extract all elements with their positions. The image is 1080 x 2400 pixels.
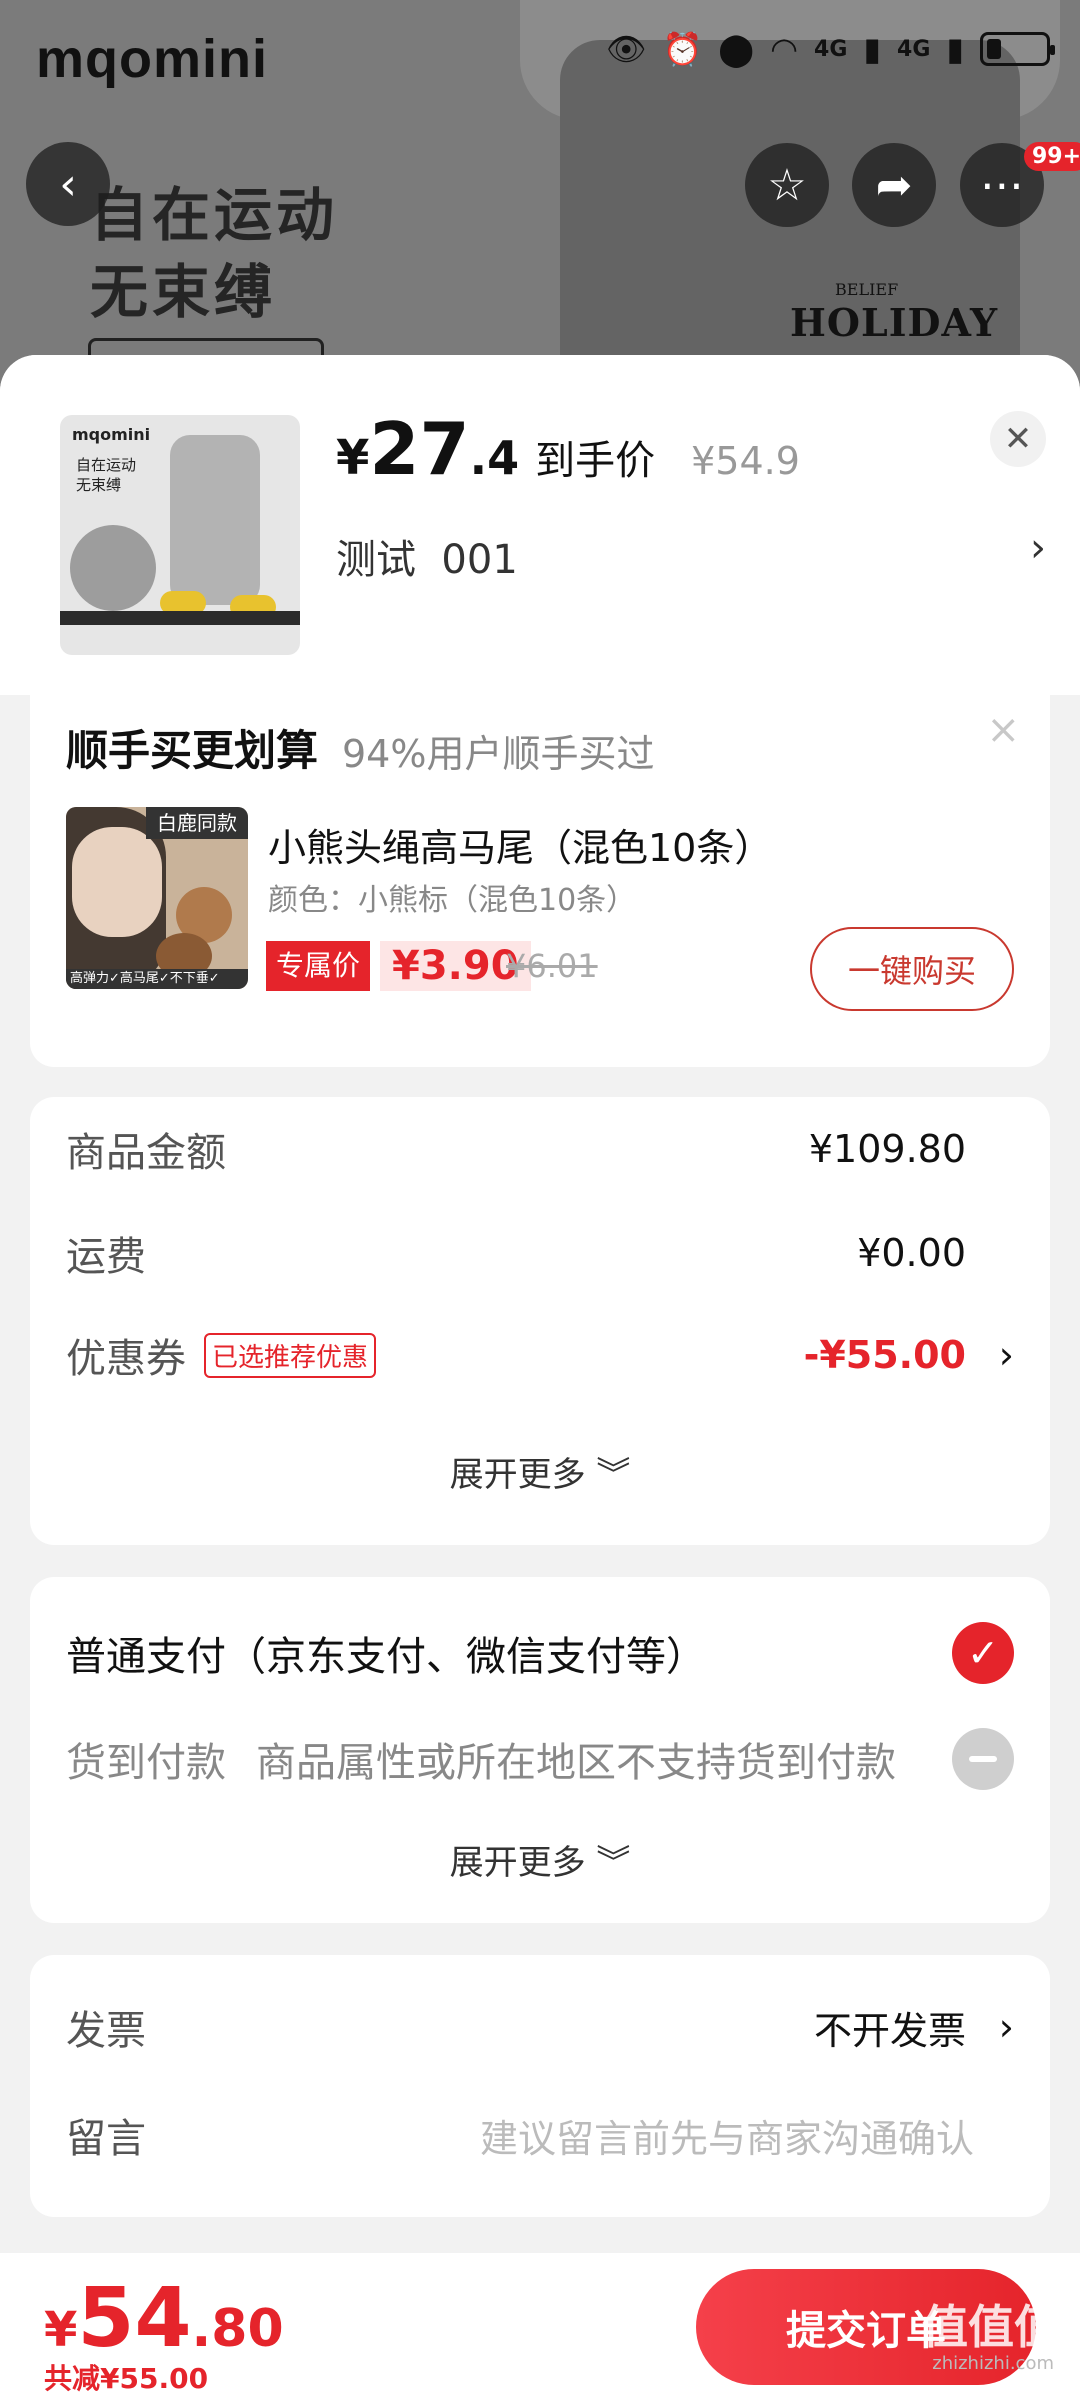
expand-label: 展开更多 xyxy=(449,1455,586,1495)
close-icon[interactable]: × xyxy=(986,707,1020,753)
selected-spec[interactable]: 测试 001 xyxy=(336,527,518,585)
check-icon[interactable]: ✓ xyxy=(952,1622,1014,1684)
payment-card: 普通支付（京东支付、微信支付等） ✓ 货到付款 商品属性或所在地区不支持货到付款… xyxy=(30,1577,1050,1923)
favorite-button[interactable]: ☆ xyxy=(745,143,829,227)
thumb-skateboard xyxy=(60,611,300,625)
shipping-row: 运费 ¥0.00 xyxy=(66,1223,1014,1283)
payment-normal-label: 普通支付（京东支付、微信支付等） xyxy=(66,1634,706,1680)
payment-cod-row: 货到付款 商品属性或所在地区不支持货到付款 xyxy=(66,1728,1014,1790)
addon-card: 顺手买更划算 94%用户顺手买过 × 白鹿同款 高弹力✓高马尾✓不下垂✓ 小熊头… xyxy=(30,695,1050,1067)
addon-original-price: ¥6.01 xyxy=(506,947,598,985)
message-badge: 99+ xyxy=(1024,142,1080,171)
disabled-icon xyxy=(952,1728,1014,1790)
exclusive-price-tag: 专属价 xyxy=(266,941,371,991)
signal-bars-icon: ▮ xyxy=(863,30,882,68)
note-label: 留言 xyxy=(66,2116,146,2162)
original-price: ¥54.9 xyxy=(691,439,800,483)
close-button[interactable]: ✕ xyxy=(990,411,1046,467)
addon-thumbnail[interactable]: 白鹿同款 高弹力✓高马尾✓不下垂✓ xyxy=(66,807,248,989)
price-label: 到手价 xyxy=(535,438,656,484)
payment-cod-label: 货到付款 xyxy=(66,1740,226,1786)
expand-more-payment[interactable]: 展开更多 ︾ xyxy=(30,1835,1050,1884)
shipping-label: 运费 xyxy=(66,1234,146,1280)
status-icons: 👁 ⏰ ⬤ ◠ 4G ▮ 4G ▮ xyxy=(605,30,1055,68)
order-sheet: mqomini 自在运动 无束缚 ¥ 27 .4 到手价 ¥54.9 ✕ 测试 … xyxy=(0,355,1080,2400)
coupon-label: 优惠券 xyxy=(66,1336,186,1382)
total-decimal: .80 xyxy=(191,2299,284,2359)
chevron-left-icon: ‹ xyxy=(59,158,77,210)
thumb-text: 自在运动 无束缚 xyxy=(76,456,137,494)
note-input[interactable]: 建议留言前先与商家沟通确认 xyxy=(480,2108,974,2163)
misc-card: 发票 不开发票 › 留言 建议留言前先与商家沟通确认 xyxy=(30,1955,1050,2217)
payment-normal-row[interactable]: 普通支付（京东支付、微信支付等） ✓ xyxy=(66,1622,1014,1684)
signal-bars-icon: ▮ xyxy=(946,30,964,68)
watermark-logo: 值值值 xyxy=(922,2300,1060,2354)
expand-more-amounts[interactable]: 展开更多 ︾ xyxy=(30,1447,1050,1496)
status-bar: mqomini 👁 ⏰ ⬤ ◠ 4G ▮ 4G ▮ xyxy=(0,0,1080,110)
total-price: ¥ 54 .80 xyxy=(44,2271,284,2366)
goods-amount-value: ¥109.80 xyxy=(808,1127,966,1171)
alarm-icon: ⏰ xyxy=(662,30,703,68)
invoice-value: 不开发票 xyxy=(813,2008,966,2053)
chevron-down-icon: ︾ xyxy=(596,1843,631,1883)
one-click-buy-button[interactable]: 一键购买 xyxy=(810,927,1014,1011)
coupon-chip: 已选推荐优惠 xyxy=(204,1332,377,1378)
thumb-pants xyxy=(170,435,260,605)
expand-label: 展开更多 xyxy=(449,1843,586,1883)
addon-name[interactable]: 小熊头绳高马尾（混色10条） xyxy=(268,817,772,872)
wifi-icon: ◠ xyxy=(770,30,799,68)
back-button[interactable]: ‹ xyxy=(26,142,110,226)
addon-subtitle: 94%用户顺手买过 xyxy=(342,732,655,776)
price-symbol: ¥ xyxy=(336,430,370,486)
share-button[interactable]: ➦ xyxy=(852,143,936,227)
price-decimal: .4 xyxy=(469,431,520,485)
price-integer: 27 xyxy=(369,407,470,491)
chevron-down-icon: ︾ xyxy=(596,1455,631,1495)
chevron-right-icon[interactable]: › xyxy=(1030,525,1046,571)
close-icon: ✕ xyxy=(1003,419,1033,459)
watermark-url: zhizhizhi.com xyxy=(932,2353,1054,2374)
total-integer: 54 xyxy=(77,2271,192,2366)
signal-4g-icon: 4G xyxy=(897,36,931,62)
battery-icon xyxy=(980,32,1055,66)
coupon-value: -¥55.00 xyxy=(803,1333,966,1377)
eye-icon: 👁 xyxy=(605,30,647,68)
amounts-card: 商品金额 ¥109.80 运费 ¥0.00 优惠券 已选推荐优惠 -¥55.00… xyxy=(30,1097,1050,1545)
bottom-bar: ¥ 54 .80 共减¥55.00 提交订单 值值值 zhizhizhi.com xyxy=(0,2253,1080,2400)
addon-title: 顺手买更划算 xyxy=(66,726,319,775)
chevron-right-icon: › xyxy=(998,2005,1014,2049)
note-row[interactable]: 留言 建议留言前先与商家沟通确认 xyxy=(66,2105,1014,2165)
chevron-right-icon: › xyxy=(998,1333,1014,1377)
more-dots-icon: ⋯ xyxy=(980,159,1024,211)
star-icon: ☆ xyxy=(767,159,807,211)
goods-amount-row: 商品金额 ¥109.80 xyxy=(66,1119,1014,1179)
product-thumbnail[interactable]: mqomini 自在运动 无束缚 xyxy=(60,415,300,655)
brand-logo: mqomini xyxy=(36,29,268,89)
goods-amount-label: 商品金额 xyxy=(66,1130,226,1176)
location-icon: ⬤ xyxy=(718,30,755,68)
total-saved: 共减¥55.00 xyxy=(44,2362,209,2395)
share-icon: ➦ xyxy=(875,159,913,211)
invoice-row[interactable]: 发票 不开发票 › xyxy=(66,1997,1014,2057)
payment-cod-desc: 商品属性或所在地区不支持货到付款 xyxy=(256,1740,896,1786)
addon-spec: 颜色：小熊标（混色10条） xyxy=(268,883,637,918)
price-line: ¥ 27 .4 到手价 ¥54.9 xyxy=(336,407,800,491)
sheet-header: mqomini 自在运动 无束缚 ¥ 27 .4 到手价 ¥54.9 ✕ 测试 … xyxy=(0,355,1080,695)
invoice-label: 发票 xyxy=(66,2008,146,2054)
thumb-face xyxy=(72,827,162,937)
thumb-brand: mqomini xyxy=(72,425,151,444)
total-symbol: ¥ xyxy=(44,2302,78,2358)
signal-4g-icon: 4G xyxy=(814,36,848,62)
thumb-tag: 白鹿同款 xyxy=(146,807,248,839)
shipping-value: ¥0.00 xyxy=(857,1231,966,1275)
thumb-strip: 高弹力✓高马尾✓不下垂✓ xyxy=(66,969,248,989)
thumb-detail-circle xyxy=(70,525,156,611)
coupon-row[interactable]: 优惠券 已选推荐优惠 -¥55.00 › xyxy=(66,1325,1014,1385)
